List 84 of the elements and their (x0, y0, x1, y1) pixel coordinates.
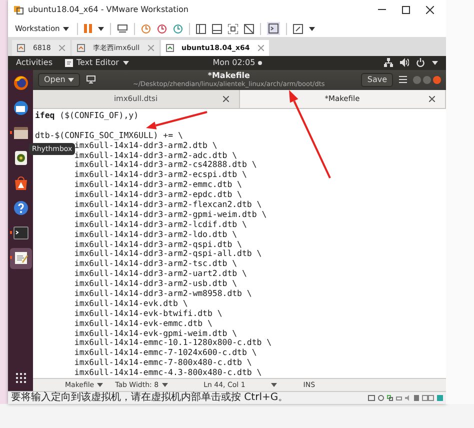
code-line: imx6ull-14x14-evk-emmc.dtb \ (74, 318, 212, 329)
help-icon[interactable] (12, 200, 28, 216)
document-title: *Makefile (208, 72, 250, 80)
window-title: ubuntu18.04_x64 - VMware Workstation (28, 5, 188, 14)
menu-icon[interactable] (399, 76, 407, 84)
code-editor[interactable] (33, 108, 446, 378)
network-adapter-icon[interactable] (387, 395, 393, 402)
notification-dot-icon (258, 60, 262, 65)
pause-icon[interactable] (84, 24, 92, 33)
vm-icon (76, 44, 85, 52)
annotation-arrow (146, 111, 208, 130)
display-icon[interactable] (422, 395, 434, 402)
save-button[interactable]: Save (361, 72, 393, 87)
volume-icon[interactable] (400, 58, 409, 68)
message-icon[interactable] (437, 395, 443, 402)
app-icon (14, 4, 24, 15)
close-icon[interactable] (222, 96, 228, 102)
code-line: imx6ull-14x14-emmc-4.3-800x480-c.dtb \ (74, 368, 262, 378)
close-button[interactable] (433, 76, 441, 84)
code-line: imx6ull-14x14-ddr3-arm2-wm8958.dtb \ (74, 289, 252, 299)
code-line: imx6ull-14x14-ddr3-arm2-usb.dtb \ (74, 279, 238, 289)
caret-icon (162, 383, 168, 388)
maximize-icon[interactable] (402, 6, 410, 14)
code-line: imx6ull-14x14-ddr3-arm2-epdc.dtb \ (74, 190, 242, 200)
caret-icon (308, 26, 315, 30)
close-icon[interactable] (429, 96, 435, 102)
code-line: imx6ull-14x14-ddr3-arm2-ldo.dtb \ (74, 230, 238, 240)
snapshot-icon[interactable] (156, 24, 167, 34)
code-line: imx6ull-14x14-ddr3-arm2-flexcan2.dtb \ (74, 200, 262, 210)
mail-icon[interactable] (12, 100, 28, 116)
code-line: imx6ull-14x14-evk-gpmi-weim.dtb \ (74, 328, 238, 338)
vm-icon (166, 44, 174, 52)
code-line: imx6ull-14x14-ddr3-arm2-adc.dtb \ (74, 150, 238, 160)
caret-icon (98, 26, 104, 30)
code-line: imx6ull-14x14-emmc-10.1-1280x800-c.dtb \ (74, 338, 272, 348)
caret-icon (432, 60, 438, 65)
code-line: imx6ull-14x14-ddr3-arm2.dtb \ (74, 140, 218, 151)
code-line: imx6ull-14x14-ddr3-arm2-uart2.dtb \ (74, 269, 247, 280)
caret-icon (68, 78, 74, 82)
usb-icon[interactable] (414, 395, 419, 402)
text-editor-icon (64, 58, 72, 67)
caret-icon (271, 383, 278, 388)
code-line: imx6ull-14x14-evk-btwifi.dtb \ (74, 308, 222, 319)
code-line: imx6ull-14x14-ddr3-arm2-ecspi.dtb \ (74, 170, 247, 180)
code-line: ifeq ($(CONFIG_OF),y) (35, 110, 139, 121)
close-icon[interactable] (426, 6, 434, 14)
browser-icon[interactable] (12, 75, 28, 92)
console-icon[interactable] (266, 22, 280, 35)
music-player-icon[interactable] (12, 150, 28, 166)
file-cabinet-icon[interactable] (12, 125, 28, 142)
clock-icon[interactable] (140, 24, 151, 34)
cd-icon[interactable] (378, 395, 384, 402)
caret-icon (122, 60, 129, 65)
code-line: imx6ull-14x14-ddr3-arm2-lcdif.dtb \ (74, 220, 247, 230)
code-line: imx6ull-14x14-ddr3-arm2-cs42888.dtb \ (74, 160, 257, 170)
printer-icon[interactable] (396, 395, 402, 402)
open-button[interactable]: Open (38, 72, 80, 87)
network-icon[interactable] (384, 58, 393, 68)
code-line: dtb-$(CONFIG_SOC_IMX6ULL) += \ (35, 130, 183, 141)
code-line: imx6ull-14x14-ddr3-arm2-qspi.dtb \ (74, 240, 242, 250)
minimize-icon[interactable] (378, 9, 386, 10)
sidebar-icon[interactable] (196, 24, 206, 34)
code-line: imx6ull-14x14-ddr3-arm2-qspi-all.dtb \ (74, 249, 262, 260)
caret-icon (62, 26, 69, 30)
fullscreen-icon[interactable] (228, 24, 238, 34)
panel-icon[interactable] (212, 24, 222, 34)
clock[interactable]: Mon 02:05 (212, 58, 256, 68)
status-message: 要将输入定向到该虚拟机，请在虚拟机内部单击或按 Ctrl+G。 (11, 392, 288, 404)
activities-button[interactable]: Activities (16, 58, 52, 68)
app-menu[interactable]: Text Editor (62, 57, 131, 68)
terminal-icon[interactable] (12, 225, 28, 242)
code-line: imx6ull-14x14-emmc-7-800x480-c.dtb \ (74, 358, 252, 368)
power-icon[interactable] (416, 58, 425, 68)
text-editor-icon[interactable] (12, 250, 28, 266)
code-line: imx6ull-14x14-ddr3-arm2-emmc.dtb \ (74, 180, 242, 190)
shopping-bag-icon[interactable] (12, 175, 28, 192)
code-line: imx6ull-14x14-evk.dtb \ (74, 298, 188, 309)
caret-icon (97, 383, 104, 388)
code-line: imx6ull-14x14-ddr3-arm2-tsc.dtb \ (74, 259, 238, 270)
snapshot-manager-icon[interactable] (172, 24, 183, 34)
code-line: imx6ull-14x14-ddr3-arm2-gpmi-weim.dtb \ (74, 210, 267, 220)
code-line: imx6ull-14x14-emmc-7-1024x600-c.dtb \ (74, 348, 257, 358)
vm-icon (17, 44, 25, 52)
app-grid-icon[interactable] (16, 373, 26, 384)
